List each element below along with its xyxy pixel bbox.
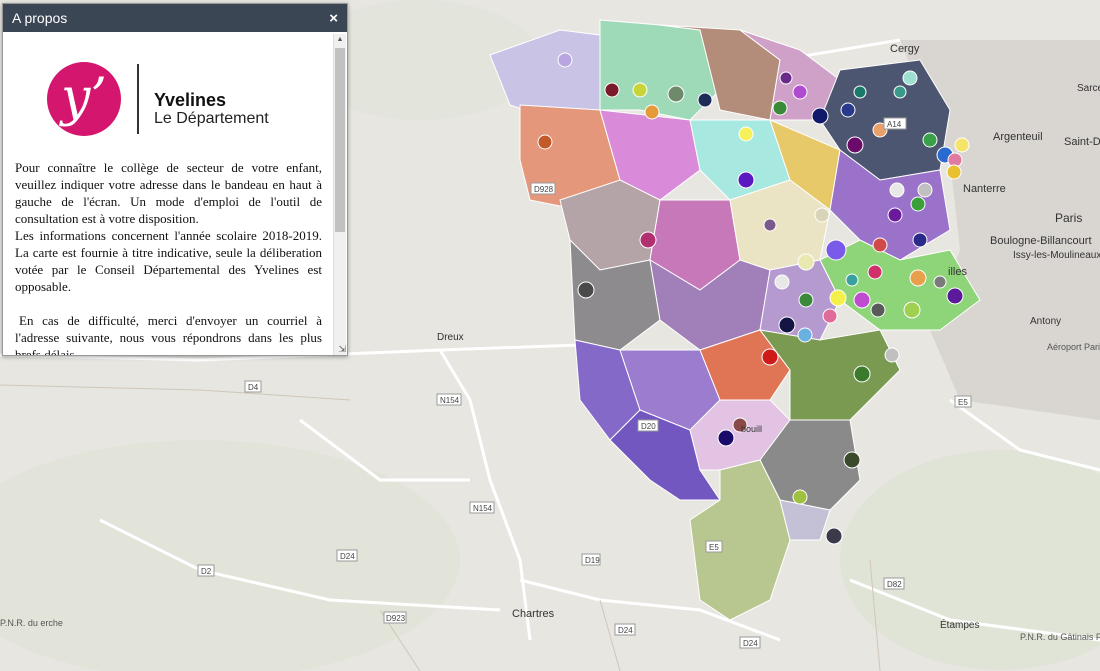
city-label: Boulogne-Billancourt bbox=[990, 235, 1092, 247]
city-label: Paris bbox=[1055, 211, 1082, 225]
city-label: bouill bbox=[741, 424, 762, 434]
road-shield: E5 bbox=[709, 543, 719, 552]
road-shield: A14 bbox=[887, 120, 902, 129]
scroll-up-icon[interactable]: ▲ bbox=[334, 34, 346, 46]
road-shield: N154 bbox=[440, 396, 460, 405]
park-label: P.N.R. du Gâtinais Français bbox=[1020, 632, 1100, 642]
paragraph: Pour connaître le collège de secteur de … bbox=[15, 160, 322, 226]
paragraph: En cas de difficulté, merci d'envoyer un… bbox=[15, 313, 322, 355]
panel-header: A propos × bbox=[3, 4, 347, 32]
road-shield: D2 bbox=[201, 567, 212, 576]
city-label: Étampes bbox=[940, 618, 979, 631]
city-label: illes bbox=[948, 266, 967, 278]
description: Pour connaître le collège de secteur de … bbox=[3, 159, 334, 355]
panel-title: A propos bbox=[12, 10, 68, 26]
city-label: Saint-De bbox=[1064, 136, 1100, 148]
road-shield: D19 bbox=[585, 556, 600, 565]
city-label: Nanterre bbox=[963, 183, 1006, 195]
road-shield: D82 bbox=[887, 580, 902, 589]
logo-y-icon: y’ bbox=[61, 68, 107, 128]
park-label: P.N.R. du erche bbox=[0, 618, 63, 628]
about-panel: A propos × y’ Yvelines Le Département Po… bbox=[2, 3, 348, 356]
resize-handle-icon[interactable]: ⇲ bbox=[338, 344, 346, 355]
department-logo: y’ Yvelines Le Département bbox=[3, 34, 334, 159]
city-label: Issy-les-Moulineaux bbox=[1013, 250, 1100, 261]
city-label: Dreux bbox=[437, 332, 464, 343]
road-shield: D20 bbox=[641, 422, 656, 431]
brand-subtitle: Le Département bbox=[154, 110, 269, 127]
panel-scrollbar[interactable]: ▲ bbox=[333, 34, 346, 355]
brand-name: Yvelines bbox=[154, 90, 227, 110]
scroll-thumb[interactable] bbox=[335, 48, 345, 232]
panel-body: y’ Yvelines Le Département Pour connaîtr… bbox=[3, 34, 334, 355]
paragraph: Les informations concernent l'année scol… bbox=[15, 228, 322, 294]
city-label: Argenteuil bbox=[993, 131, 1043, 143]
close-icon[interactable]: × bbox=[329, 10, 338, 27]
city-label: Aéroport Paris-Orly bbox=[1047, 342, 1100, 352]
road-shield: D4 bbox=[248, 383, 259, 392]
road-shield: D24 bbox=[340, 552, 355, 561]
city-label: Cergy bbox=[890, 43, 920, 55]
road-shield: D24 bbox=[618, 626, 633, 635]
road-shield: D24 bbox=[743, 639, 758, 648]
city-label: Antony bbox=[1030, 316, 1061, 327]
road-shield: D923 bbox=[386, 614, 406, 623]
road-shield: E5 bbox=[958, 398, 968, 407]
city-label: Chartres bbox=[512, 608, 555, 620]
road-shield: D928 bbox=[534, 185, 554, 194]
logo-divider bbox=[137, 64, 139, 134]
road-shield: N154 bbox=[473, 504, 493, 513]
city-label: Sarce bbox=[1077, 83, 1100, 94]
